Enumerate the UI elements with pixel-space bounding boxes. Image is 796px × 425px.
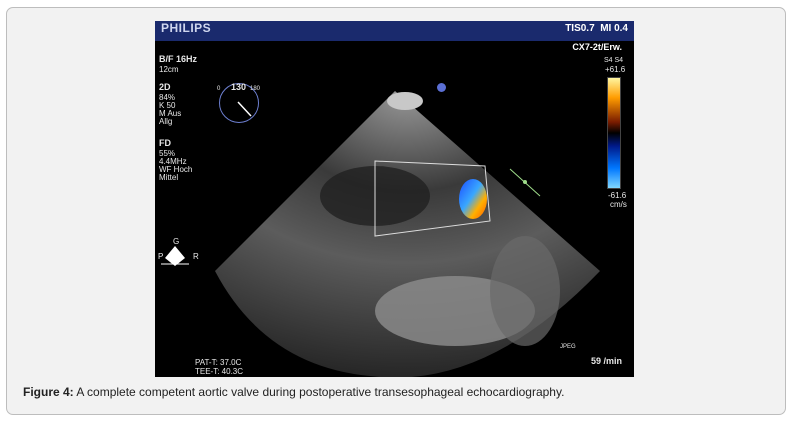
heart-rate: 59 /min — [591, 356, 623, 366]
caption-label: Figure 4: — [23, 385, 74, 399]
tee-temp: TEE-T: 40.3C — [195, 367, 244, 376]
jpeg-label: JPEG — [560, 344, 576, 350]
figure-caption: Figure 4: A complete competent aortic va… — [23, 385, 564, 399]
patient-temp: PAT-T: 37.0C — [195, 358, 242, 367]
caption-text: A complete competent aortic valve during… — [73, 385, 565, 399]
echocardiogram-image: PHILIPS TIS0.7 MI 0.4 CX7-2t/Erw. B/F 16… — [155, 21, 634, 377]
orientation-icon — [161, 246, 189, 266]
